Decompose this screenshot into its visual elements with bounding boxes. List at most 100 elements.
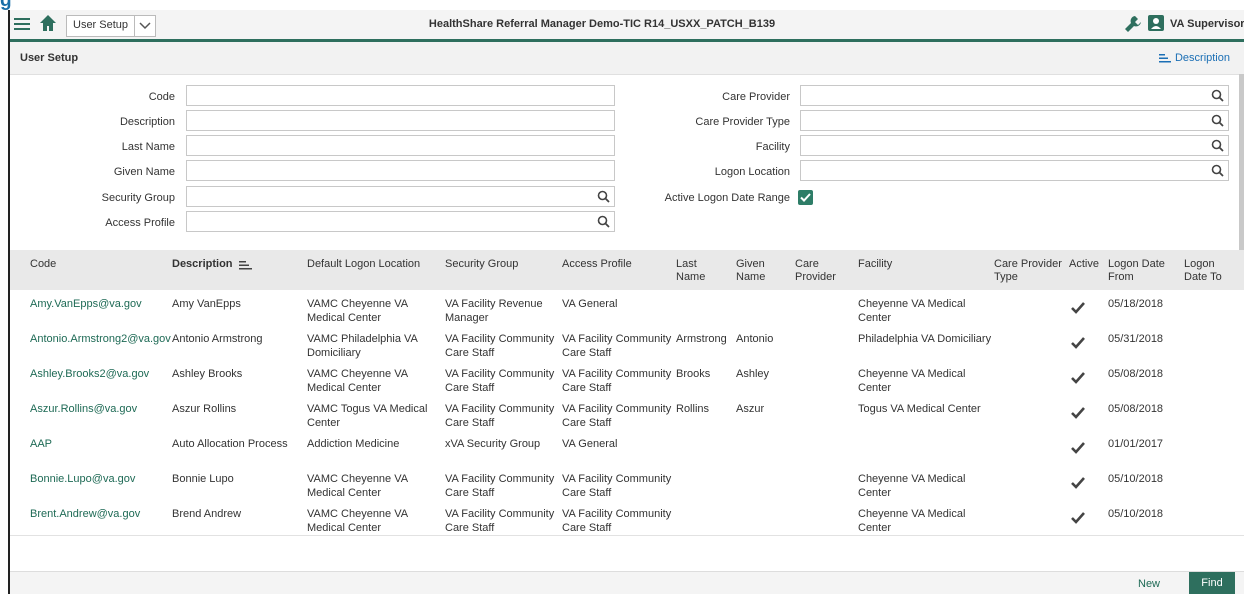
cell-security-group-line2: Care Staff bbox=[445, 522, 495, 534]
column-logon-date-to[interactable]: Logon Date To bbox=[1184, 258, 1222, 284]
cell-code[interactable]: Amy.VanEpps@va.gov bbox=[30, 297, 142, 311]
cell-access-profile-line2: Care Staff bbox=[562, 522, 612, 534]
cell-last-name: Brooks bbox=[676, 368, 711, 380]
column-given-name[interactable]: Given Name bbox=[736, 258, 765, 284]
description-input[interactable] bbox=[186, 110, 615, 131]
scrollbar[interactable] bbox=[1239, 74, 1244, 254]
cell-access-profile-line1: VA Facility Community bbox=[562, 403, 672, 415]
cell-facility-line2: Center bbox=[858, 522, 892, 534]
search-icon[interactable] bbox=[597, 215, 610, 228]
cell-default-logon-location: VAMC Cheyenne VA Medical Center bbox=[307, 367, 408, 395]
code-input[interactable] bbox=[186, 85, 615, 106]
cell-logon-date-from: 05/10/2018 bbox=[1108, 473, 1164, 485]
cell-default-logon-location-line1: VAMC Philadelphia VA bbox=[307, 333, 418, 345]
search-icon[interactable] bbox=[1211, 139, 1224, 152]
cell-default-logon-location: VAMC Cheyenne VA Medical Center bbox=[307, 297, 408, 325]
table-row[interactable]: Brent.Andrew@va.gov Brend Andrew VAMC Ch… bbox=[10, 500, 1244, 536]
search-icon[interactable] bbox=[1211, 114, 1224, 127]
table-row[interactable]: AAP Auto Allocation Process Addiction Me… bbox=[10, 430, 1244, 466]
column-active[interactable]: Active bbox=[1069, 258, 1099, 271]
active-logon-date-range-checkbox[interactable] bbox=[798, 190, 813, 205]
care-provider-label: Care Provider bbox=[722, 91, 790, 103]
cell-default-logon-location-line2: Domiciliary bbox=[307, 347, 361, 359]
column-description[interactable]: Description bbox=[172, 258, 252, 271]
cell-code[interactable]: Brent.Andrew@va.gov bbox=[30, 507, 140, 521]
user-name[interactable]: VA Supervisor bbox=[1170, 18, 1244, 30]
cell-facility: Togus VA Medical Center bbox=[858, 402, 981, 416]
cell-code[interactable]: Aszur.Rollins@va.gov bbox=[30, 402, 137, 416]
column-logon-date-from-line1: Logon Date bbox=[1108, 258, 1165, 270]
column-logon-date-from[interactable]: Logon Date From bbox=[1108, 258, 1165, 284]
find-button[interactable]: Find bbox=[1189, 572, 1235, 594]
cell-facility: Cheyenne VA Medical Center bbox=[858, 507, 965, 535]
column-code[interactable]: Code bbox=[30, 258, 56, 271]
table-row[interactable]: Amy.VanEpps@va.gov Amy VanEpps VAMC Chey… bbox=[10, 290, 1244, 326]
table-row[interactable]: Antonio.Armstrong2@va.gov Antonio Armstr… bbox=[10, 325, 1244, 361]
checkmark-icon bbox=[1071, 407, 1085, 419]
cell-default-logon-location-line1: VAMC Togus VA Medical bbox=[307, 403, 428, 415]
checkmark-icon bbox=[1071, 512, 1085, 524]
cell-security-group-line2: Manager bbox=[445, 312, 489, 324]
cell-code[interactable]: Bonnie.Lupo@va.gov bbox=[30, 472, 135, 486]
facility-field[interactable] bbox=[800, 135, 1229, 156]
column-logon-date-from-line2: From bbox=[1108, 271, 1134, 283]
cell-access-profile: VA General bbox=[562, 437, 617, 451]
cell-code[interactable]: AAP bbox=[30, 437, 52, 451]
search-icon[interactable] bbox=[597, 190, 610, 203]
cell-security-group-line1: VA Facility Community bbox=[445, 368, 555, 380]
column-access-profile[interactable]: Access Profile bbox=[562, 258, 632, 271]
cell-security-group: VA Facility Community Care Staff bbox=[445, 367, 554, 395]
cell-default-logon-location-line2: Medical Center bbox=[307, 487, 381, 499]
page-header: User Setup Description bbox=[10, 42, 1244, 75]
cell-given-name: Aszur bbox=[736, 403, 765, 415]
new-button[interactable]: New bbox=[1138, 578, 1160, 590]
column-security-group[interactable]: Security Group bbox=[445, 258, 518, 271]
column-care-provider-type[interactable]: Care Provider Type bbox=[994, 258, 1062, 284]
table-row[interactable]: Ashley.Brooks2@va.gov Ashley Brooks VAMC… bbox=[10, 360, 1244, 396]
cell-security-group: VA Facility Community Care Staff bbox=[445, 332, 554, 360]
cell-description: Ashley Brooks bbox=[172, 368, 243, 380]
cell-logon-date-from: 01/01/2017 bbox=[1108, 438, 1164, 450]
column-care-provider[interactable]: Care Provider bbox=[795, 258, 836, 284]
table-row[interactable]: Bonnie.Lupo@va.gov Bonnie Lupo VAMC Chey… bbox=[10, 465, 1244, 501]
cell-logon-date-from: 05/08/2018 bbox=[1108, 403, 1164, 415]
cell-access-profile-line2: Care Staff bbox=[562, 347, 612, 359]
cell-security-group: VA Facility Community Care Staff bbox=[445, 472, 554, 500]
cell-facility: Cheyenne VA Medical Center bbox=[858, 472, 965, 500]
cell-logon-date-from: 05/08/2018 bbox=[1108, 368, 1164, 380]
cell-code[interactable]: Ashley.Brooks2@va.gov bbox=[30, 367, 149, 381]
given-name-input[interactable] bbox=[186, 160, 615, 181]
column-facility[interactable]: Facility bbox=[858, 258, 892, 271]
last-name-input[interactable] bbox=[186, 135, 615, 156]
logon-location-field[interactable] bbox=[800, 160, 1229, 181]
search-icon[interactable] bbox=[1211, 164, 1224, 177]
cell-security-group-line1: VA Facility Community bbox=[445, 473, 555, 485]
access-profile-field[interactable] bbox=[186, 211, 615, 232]
cell-access-profile-line1: VA Facility Community bbox=[562, 333, 672, 345]
description-link[interactable]: Description bbox=[1158, 52, 1230, 64]
checkmark-icon bbox=[1071, 442, 1085, 454]
search-icon[interactable] bbox=[1211, 89, 1224, 102]
wrench-icon[interactable] bbox=[1124, 15, 1142, 33]
user-icon[interactable] bbox=[1148, 15, 1164, 31]
cell-security-group-line2: Care Staff bbox=[445, 417, 495, 429]
column-given-name-line1: Given bbox=[736, 258, 765, 270]
cell-access-profile-line2: Care Staff bbox=[562, 417, 612, 429]
cell-description: Brend Andrew bbox=[172, 508, 242, 520]
cell-last-name: Rollins bbox=[676, 403, 710, 415]
sort-icon[interactable] bbox=[238, 260, 252, 270]
cell-access-profile-line1: VA Facility Community bbox=[562, 473, 672, 485]
cell-access-profile-line2: Care Staff bbox=[562, 487, 612, 499]
cell-code[interactable]: Antonio.Armstrong2@va.gov bbox=[30, 332, 171, 346]
security-group-field[interactable] bbox=[186, 186, 615, 207]
care-provider-type-field[interactable] bbox=[800, 110, 1229, 131]
column-default-logon-location[interactable]: Default Logon Location bbox=[307, 258, 420, 271]
column-last-name-line1: Last bbox=[676, 258, 697, 270]
logon-location-label: Logon Location bbox=[714, 166, 790, 178]
cell-default-logon-location-line2: Medical Center bbox=[307, 382, 381, 394]
care-provider-field[interactable] bbox=[800, 85, 1229, 106]
table-row[interactable]: Aszur.Rollins@va.gov Aszur Rollins VAMC … bbox=[10, 395, 1244, 431]
cell-default-logon-location: VAMC Cheyenne VA Medical Center bbox=[307, 507, 408, 535]
column-last-name[interactable]: Last Name bbox=[676, 258, 705, 284]
app-title: HealthShare Referral Manager Demo-TIC R1… bbox=[428, 18, 776, 30]
